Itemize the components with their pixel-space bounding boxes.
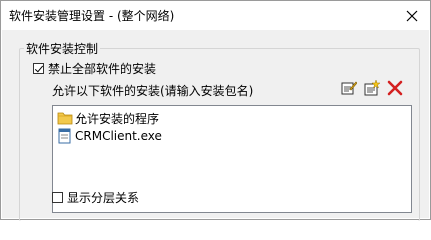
forbid-all-label: 禁止全部软件的安装 <box>48 62 157 76</box>
program-icon <box>58 128 71 144</box>
title-bar: 软件安装管理设置 - (整个网络) <box>1 1 430 30</box>
dialog-window: 软件安装管理设置 - (整个网络) 软件安装控制 禁止全部软件的安装 允许以下软… <box>0 0 431 221</box>
window-title: 软件安装管理设置 - (整个网络) <box>9 9 175 23</box>
close-button[interactable] <box>394 1 430 30</box>
folder-icon <box>57 112 73 125</box>
list-item[interactable]: CRMClient.exe <box>57 128 162 144</box>
forbid-all-row[interactable]: 禁止全部软件的安装 <box>33 60 156 77</box>
allow-list-label: 允许以下软件的安装(请输入安装包名) <box>52 84 254 98</box>
list-toolbar <box>341 80 403 96</box>
list-item-label: CRMClient.exe <box>75 129 162 143</box>
show-hierarchy-checkbox[interactable] <box>52 192 63 203</box>
dialog-body: 软件安装控制 禁止全部软件的安装 允许以下软件的安装(请输入安装包名) 允许安装… <box>2 30 429 221</box>
list-item-label: 允许安装的程序 <box>75 111 160 126</box>
add-icon[interactable] <box>364 80 380 96</box>
show-hierarchy-row[interactable]: 显示分层关系 <box>52 189 139 206</box>
list-item[interactable]: 允许安装的程序 <box>57 110 159 126</box>
close-icon <box>406 10 418 21</box>
delete-icon[interactable] <box>387 80 403 96</box>
group-label: 软件安装控制 <box>24 40 101 57</box>
forbid-all-checkbox[interactable] <box>33 63 44 74</box>
edit-icon[interactable] <box>341 80 357 96</box>
show-hierarchy-label: 显示分层关系 <box>67 191 140 205</box>
